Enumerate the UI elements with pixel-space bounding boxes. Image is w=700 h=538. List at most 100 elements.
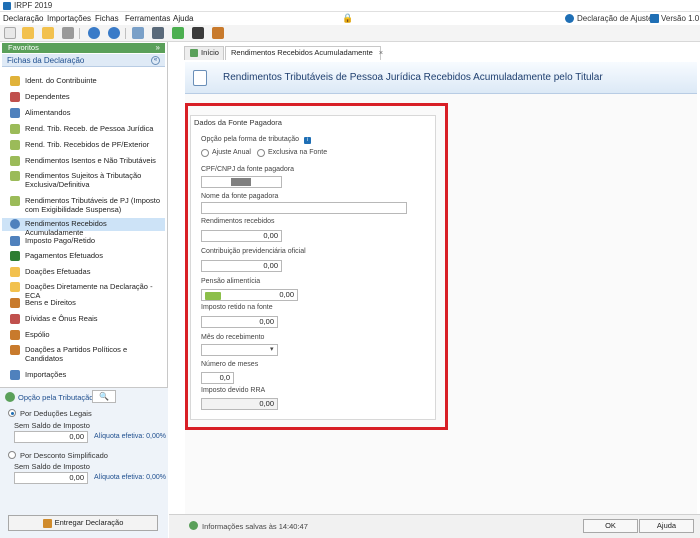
favorites-header[interactable]: Favoritos »	[2, 43, 165, 53]
help-button[interactable]: Ajuda	[639, 519, 694, 533]
id-card-icon	[10, 76, 20, 86]
export-icon[interactable]	[108, 27, 120, 39]
check-icon[interactable]	[172, 27, 184, 39]
app-logo-icon	[3, 2, 11, 10]
simplified-discount-label: Por Desconto Simplificado	[20, 451, 108, 460]
sidebar-item-dependentes[interactable]: Dependentes	[2, 91, 165, 103]
window-title: IRPF 2019	[14, 1, 53, 10]
legal-deductions-radio[interactable]	[8, 409, 16, 417]
simplified-discount-value: 0,00	[14, 472, 88, 484]
tax-option-icon	[5, 392, 15, 402]
send-declaration-icon[interactable]	[132, 27, 144, 39]
sidebar-item-rend-pj[interactable]: Rend. Trib. Receb. de Pessoa Jurídica	[2, 123, 165, 135]
open-folder-icon[interactable]	[22, 27, 34, 39]
send-declaration-button[interactable]: Entregar Declaração	[8, 515, 158, 531]
exempt-income-icon	[10, 156, 20, 166]
print-icon[interactable]	[152, 27, 164, 39]
payments-icon	[10, 251, 20, 261]
withheld-tax-input[interactable]: 0,00	[201, 316, 278, 328]
toolbar-separator	[79, 28, 80, 39]
book-icon[interactable]	[212, 27, 224, 39]
version-icon	[650, 14, 659, 23]
calculator-icon[interactable]	[192, 27, 204, 39]
accumulated-income-icon	[10, 219, 20, 229]
cpf-cnpj-label: CPF/CNPJ da fonte pagadora	[201, 166, 294, 173]
declaration-type-icon	[565, 14, 574, 23]
sidebar-item-espolio[interactable]: Espólio	[2, 329, 165, 341]
new-file-icon[interactable]	[4, 27, 16, 39]
section-title: Dados da Fonte Pagadora	[194, 118, 282, 127]
tab-rendimentos-acumuladamente[interactable]: Rendimentos Recebidos Acumuladamente ×	[225, 46, 383, 60]
chevron-down-icon[interactable]: ▾	[270, 345, 274, 353]
sidebar-item-alimentandos[interactable]: Alimentandos	[2, 107, 165, 119]
title-bar: IRPF 2019	[0, 0, 700, 12]
alimony-input[interactable]: 0,00	[201, 289, 298, 301]
declaration-type[interactable]: Declaração de Ajuste	[577, 14, 653, 23]
income-pf-icon	[10, 140, 20, 150]
payer-name-input[interactable]	[201, 202, 407, 214]
withheld-tax-label: Imposto retido na fonte	[201, 304, 273, 311]
sidebar-item-pagamentos[interactable]: Pagamentos Efetuados	[2, 250, 165, 262]
sidebar-item-rend-pf-exterior[interactable]: Rend. Trib. Recebidos de PF/Exterior	[2, 139, 165, 151]
toolbar-separator	[125, 28, 126, 39]
search-icon[interactable]: 🔍	[92, 390, 116, 403]
exclusive-source-label: Exclusiva na Fonte	[268, 149, 328, 156]
sidebar-item-imposto-pago[interactable]: Imposto Pago/Retido	[2, 235, 165, 247]
tax-option-title: Opção pela Tributação:	[18, 393, 96, 402]
legal-deductions-label: Por Deduções Legais	[20, 409, 92, 418]
delete-icon[interactable]	[62, 27, 74, 39]
social-security-label: Contribuição previdenciária oficial	[201, 248, 306, 255]
menu-ferramentas[interactable]: Ferramentas	[125, 14, 170, 23]
sidebar-item-rend-exclusiva[interactable]: Rendimentos Sujeitos à Tributação Exclus…	[2, 170, 165, 190]
exclusive-source-radio[interactable]	[257, 149, 265, 157]
alimentandos-icon	[10, 108, 20, 118]
exclusive-income-icon	[10, 171, 20, 181]
fichas-header[interactable]: Fichas da Declaração «	[2, 54, 165, 67]
dependents-icon	[10, 92, 20, 102]
info-icon[interactable]: i	[304, 137, 311, 144]
document-icon	[193, 70, 207, 86]
folder-icon[interactable]	[42, 27, 54, 39]
tax-form-label: Opção pela forma de tributação	[201, 136, 300, 143]
simplified-discount-sub: Sem Saldo de Imposto	[14, 462, 90, 471]
tax-option-panel: Opção pela Tributação: 🔍 Por Deduções Le…	[0, 387, 168, 538]
collapse-icon[interactable]: «	[151, 56, 160, 65]
sidebar-item-rend-exigibilidade[interactable]: Rendimentos Tributáveis de PJ (Imposto c…	[2, 195, 165, 215]
social-security-input[interactable]: 0,00	[201, 260, 282, 272]
menu-importacoes[interactable]: Importações	[47, 14, 91, 23]
ok-button[interactable]: OK	[583, 519, 638, 533]
chevron-down-icon[interactable]: »	[156, 43, 160, 53]
legal-deductions-sub: Sem Saldo de Imposto	[14, 421, 90, 430]
tab-inicio[interactable]: Início	[184, 46, 224, 60]
rra-tax-value: 0,00	[201, 398, 278, 410]
income-label: Rendimentos recebidos	[201, 218, 275, 225]
sidebar-item-ident-contribuinte[interactable]: Ident. do Contribuinte	[2, 75, 165, 87]
sidebar-item-rend-acumuladamente[interactable]: Rendimentos Recebidos Acumuladamente	[2, 218, 165, 237]
close-icon[interactable]: ×	[379, 48, 383, 57]
sidebar-item-importacoes[interactable]: Importações	[2, 369, 165, 381]
sidebar-item-rend-isentos[interactable]: Rendimentos Isentos e Não Tributáveis	[2, 155, 165, 167]
saved-status: Informações salvas às 14:40:47	[202, 522, 308, 531]
import-icon[interactable]	[88, 27, 100, 39]
tax-paid-icon	[10, 236, 20, 246]
menu-ajuda[interactable]: Ajuda	[173, 14, 193, 23]
alimony-icon[interactable]	[205, 292, 221, 300]
debts-icon	[10, 314, 20, 324]
sidebar-item-doacoes[interactable]: Doações Efetuadas	[2, 266, 165, 278]
months-count-label: Número de meses	[201, 361, 259, 368]
menu-declaracao[interactable]: Declaração	[3, 14, 43, 23]
toolbar	[0, 25, 700, 42]
sidebar: Favoritos » Fichas da Declaração « Ident…	[0, 42, 168, 538]
version[interactable]: Versão 1.0	[661, 14, 699, 23]
months-count-input[interactable]: 0,0	[201, 372, 234, 384]
sidebar-item-bens-direitos[interactable]: Bens e Direitos	[2, 297, 165, 309]
simplified-discount-radio[interactable]	[8, 451, 16, 459]
menu-fichas[interactable]: Fichas	[95, 14, 119, 23]
sidebar-item-doacoes-partidos[interactable]: Doações a Partidos Políticos e Candidato…	[2, 344, 165, 364]
month-select[interactable]	[201, 344, 278, 356]
menu-bar: Declaração Importações Fichas Ferramenta…	[0, 12, 700, 25]
sidebar-item-dividas[interactable]: Dívidas e Ônus Reais	[2, 313, 165, 325]
sidebar-item-doacoes-eca[interactable]: Doações Diretamente na Declaração - ECA	[2, 281, 165, 300]
income-input[interactable]: 0,00	[201, 230, 282, 242]
annual-adjustment-radio[interactable]	[201, 149, 209, 157]
